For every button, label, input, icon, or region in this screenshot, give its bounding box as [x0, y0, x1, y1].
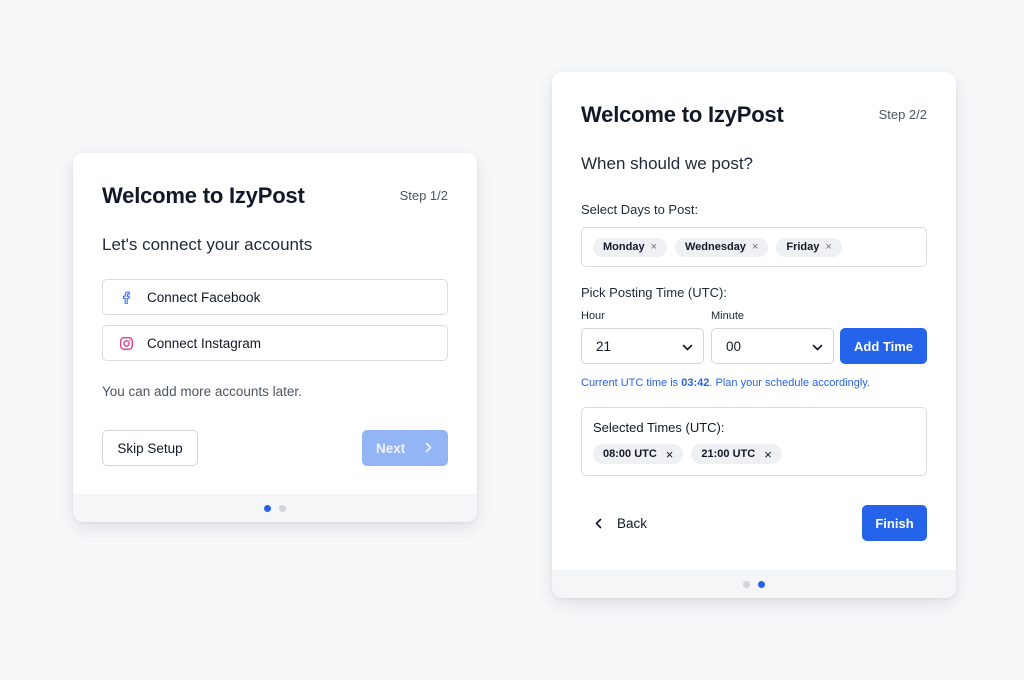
- remove-icon[interactable]: ×: [752, 241, 758, 253]
- day-chip-friday: Friday ×: [776, 237, 842, 257]
- remove-icon[interactable]: ×: [651, 241, 657, 253]
- step-indicator: Step 1/2: [399, 188, 448, 203]
- selected-times-title: Selected Times (UTC):: [593, 420, 725, 435]
- hour-label: Hour: [581, 310, 605, 322]
- progress-dot-1: [743, 580, 750, 588]
- back-button[interactable]: Back: [595, 505, 647, 541]
- remove-icon[interactable]: ×: [666, 447, 674, 462]
- current-utc-time: 03:42: [681, 377, 710, 389]
- minute-value: 00: [726, 338, 742, 354]
- time-chip: 21:00 UTC ×: [691, 444, 782, 464]
- time-chip: 08:00 UTC ×: [593, 444, 684, 464]
- step-indicator: Step 2/2: [878, 107, 927, 122]
- day-chip-monday: Monday ×: [593, 237, 667, 257]
- hour-select[interactable]: 21: [581, 328, 704, 364]
- posting-time-label: Pick Posting Time (UTC):: [581, 285, 727, 300]
- card-body: Welcome to IzyPost Step 2/2 When should …: [581, 72, 927, 570]
- chevron-left-icon: [595, 518, 602, 529]
- accounts-note: You can add more accounts later.: [102, 384, 302, 399]
- next-label: Next: [376, 440, 406, 456]
- utc-note-prefix: Current UTC time is: [581, 377, 682, 389]
- progress-dot-2: [758, 580, 765, 588]
- card-body: Welcome to IzyPost Step 1/2 Let's connec…: [102, 153, 448, 494]
- utc-note-suffix: . Plan your schedule accordingly.: [709, 377, 870, 389]
- connect-instagram-button[interactable]: Connect Instagram: [102, 325, 448, 361]
- days-multiselect[interactable]: Monday × Wednesday × Friday ×: [581, 227, 927, 267]
- onboarding-card-step-2: Welcome to IzyPost Step 2/2 When should …: [552, 72, 956, 598]
- card-subtitle: Let's connect your accounts: [102, 235, 313, 254]
- time-chip-label: 21:00 UTC: [701, 448, 756, 460]
- progress-dot-2: [279, 504, 286, 512]
- step-progress-dots: [552, 570, 956, 598]
- card-subtitle: When should we post?: [581, 154, 753, 173]
- chevron-down-icon: [812, 339, 823, 354]
- finish-button[interactable]: Finish: [862, 505, 927, 541]
- instagram-icon: [119, 336, 133, 350]
- next-button[interactable]: Next: [362, 430, 448, 466]
- add-time-button[interactable]: Add Time: [840, 328, 927, 364]
- chevron-down-icon: [682, 339, 693, 354]
- utc-time-note: Current UTC time is 03:42. Plan your sch…: [581, 377, 870, 389]
- back-label: Back: [617, 515, 648, 531]
- selected-times-list: 08:00 UTC × 21:00 UTC ×: [593, 444, 915, 464]
- card-title: Welcome to IzyPost: [581, 102, 784, 127]
- remove-icon[interactable]: ×: [825, 241, 831, 253]
- day-chip-label: Friday: [786, 241, 820, 253]
- connect-instagram-label: Connect Instagram: [147, 335, 262, 351]
- days-label: Select Days to Post:: [581, 202, 699, 217]
- onboarding-card-step-1: Welcome to IzyPost Step 1/2 Let's connec…: [73, 153, 477, 522]
- facebook-icon: [119, 290, 133, 304]
- connect-facebook-button[interactable]: Connect Facebook: [102, 279, 448, 315]
- step-progress-dots: [73, 494, 477, 522]
- minute-label: Minute: [711, 310, 745, 322]
- skip-setup-button[interactable]: Skip Setup: [102, 430, 198, 466]
- minute-select[interactable]: 00: [711, 328, 834, 364]
- card-title: Welcome to IzyPost: [102, 183, 305, 208]
- time-chip-label: 08:00 UTC: [603, 448, 657, 460]
- day-chip-wednesday: Wednesday ×: [675, 237, 769, 257]
- day-chip-label: Monday: [603, 241, 645, 253]
- day-chip-label: Wednesday: [685, 241, 746, 253]
- selected-times-panel: Selected Times (UTC): 08:00 UTC × 21:00 …: [581, 407, 927, 476]
- hour-value: 21: [596, 338, 612, 354]
- progress-dot-1: [264, 504, 271, 512]
- remove-icon[interactable]: ×: [764, 447, 772, 462]
- connect-facebook-label: Connect Facebook: [147, 289, 261, 305]
- chevron-right-icon: [425, 441, 432, 456]
